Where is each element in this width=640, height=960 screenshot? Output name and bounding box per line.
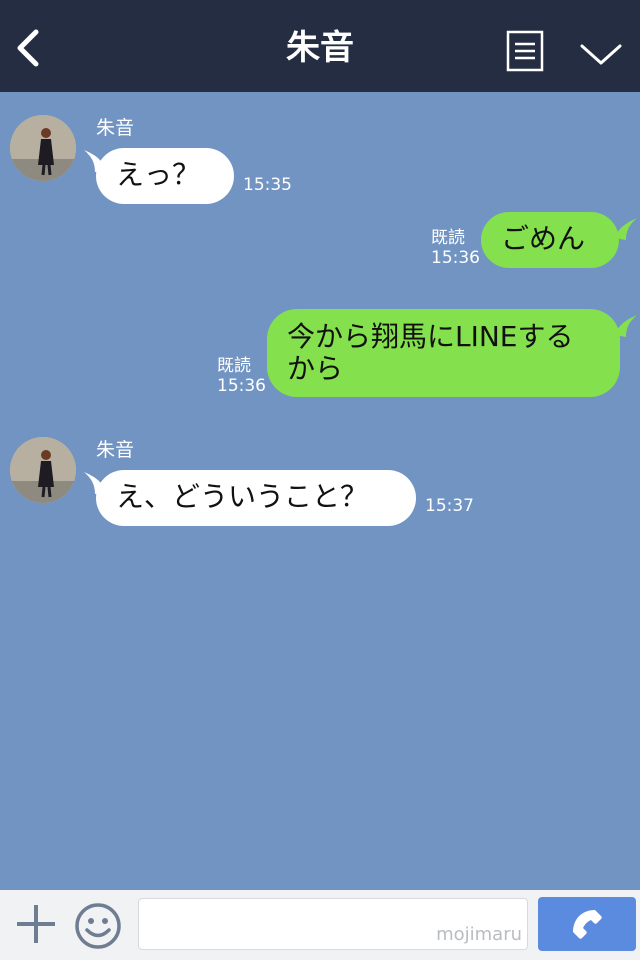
message-bubble[interactable]: え、どういうこと？ xyxy=(96,470,416,526)
call-button[interactable] xyxy=(538,897,636,951)
chevron-down-icon[interactable] xyxy=(578,36,624,70)
watermark-text: mojimaru xyxy=(436,924,522,945)
message-text-line: 今から翔馬にLINEする xyxy=(287,320,574,353)
avatar[interactable] xyxy=(10,115,76,181)
message-time: 15:36 xyxy=(217,376,266,396)
avatar[interactable] xyxy=(10,437,76,503)
message-text: えっ？ xyxy=(116,158,201,191)
message-time: 15:37 xyxy=(425,496,474,516)
message-bubble[interactable]: えっ？ xyxy=(96,148,234,204)
sender-name: 朱音 xyxy=(96,117,135,139)
list-icon[interactable] xyxy=(506,30,544,74)
message-text: ごめん xyxy=(501,222,586,255)
message-meta: 既読 15:36 xyxy=(217,356,266,396)
bubble-tail xyxy=(614,315,637,337)
message-time: 15:35 xyxy=(243,175,292,195)
input-bar: mojimaru xyxy=(0,890,640,960)
smiley-icon[interactable] xyxy=(74,902,122,950)
chat-header: 朱音 xyxy=(0,0,640,92)
message-meta: 既読 15:36 xyxy=(431,228,480,268)
read-receipt: 既読 xyxy=(217,356,251,376)
message-list[interactable]: 朱音 えっ？ 15:35 既読 15:36 ごめん 既読 15:36 今から翔馬… xyxy=(0,92,640,890)
message-text-line: から xyxy=(287,352,344,385)
phone-icon xyxy=(573,910,602,939)
message-text: え、どういうこと？ xyxy=(116,480,369,513)
chat-title: 朱音 xyxy=(286,28,354,68)
message-time: 15:36 xyxy=(431,248,480,268)
plus-icon[interactable] xyxy=(14,902,58,946)
message-bubble[interactable]: ごめん xyxy=(481,212,619,268)
bubble-tail xyxy=(614,218,637,240)
sender-name: 朱音 xyxy=(96,439,135,461)
message-bubble[interactable]: 今から翔馬にLINEする から xyxy=(267,309,620,397)
read-receipt: 既読 xyxy=(431,228,465,248)
